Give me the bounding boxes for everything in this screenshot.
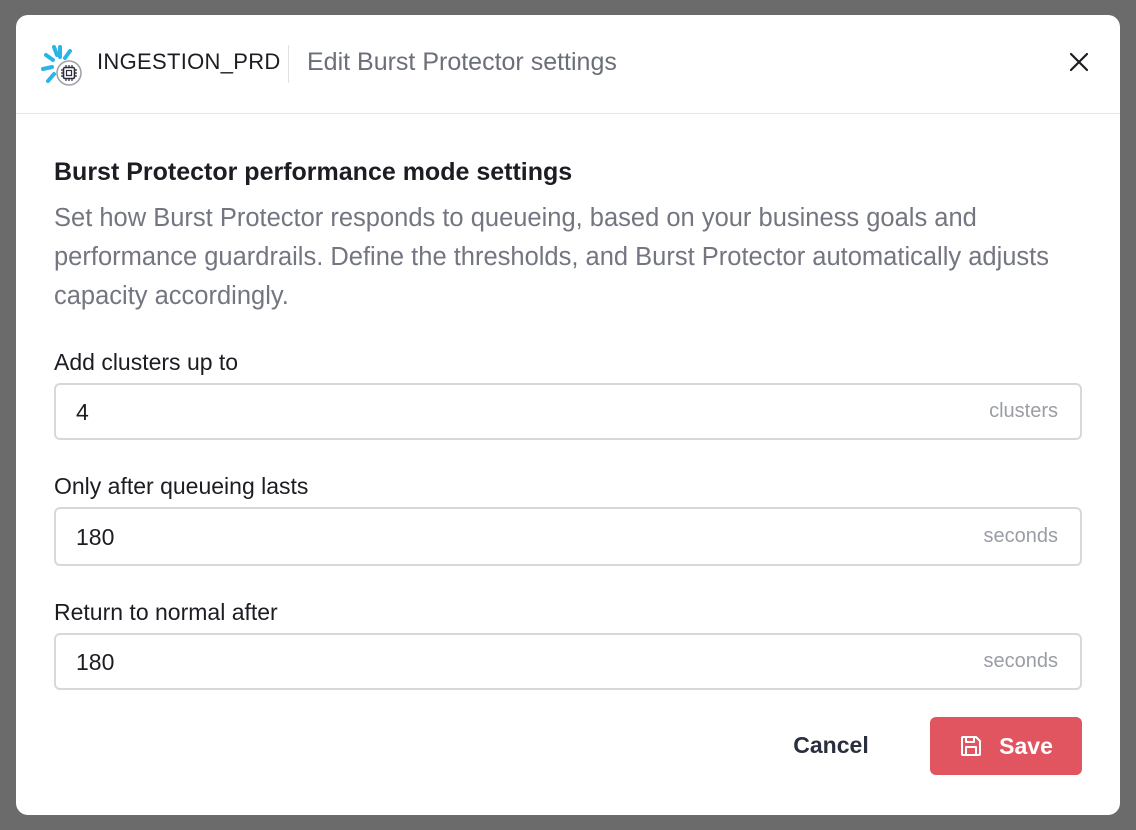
section-description: Set how Burst Protector responds to queu… bbox=[54, 204, 1049, 310]
queueing-duration-unit: seconds bbox=[983, 525, 1059, 547]
cancel-button[interactable]: Cancel bbox=[776, 725, 886, 765]
snowflake-chip-icon bbox=[40, 43, 92, 87]
save-button[interactable]: Save bbox=[930, 717, 1082, 775]
return-to-normal-label: Return to normal after bbox=[54, 599, 278, 625]
queueing-duration-input[interactable] bbox=[76, 524, 876, 551]
header-divider bbox=[288, 45, 289, 83]
edit-burst-protector-dialog: INGESTION_PRD Edit Burst Protector setti… bbox=[16, 15, 1120, 815]
close-icon bbox=[1068, 51, 1090, 78]
max-clusters-input[interactable] bbox=[76, 399, 876, 426]
return-to-normal-unit: seconds bbox=[983, 650, 1059, 672]
save-button-label: Save bbox=[999, 732, 1053, 759]
max-clusters-field[interactable]: clusters bbox=[54, 383, 1082, 440]
floppy-disk-icon bbox=[959, 734, 983, 758]
dialog-header: INGESTION_PRD Edit Burst Protector setti… bbox=[16, 15, 1120, 114]
close-button[interactable] bbox=[1062, 47, 1096, 81]
max-clusters-label: Add clusters up to bbox=[54, 349, 239, 375]
warehouse-name: INGESTION_PRD bbox=[97, 49, 281, 74]
queueing-duration-label: Only after queueing lasts bbox=[54, 473, 309, 499]
return-to-normal-field[interactable]: seconds bbox=[54, 633, 1082, 690]
section-title: Burst Protector performance mode setting… bbox=[54, 158, 573, 186]
queueing-duration-field[interactable]: seconds bbox=[54, 507, 1082, 566]
dialog-title: Edit Burst Protector settings bbox=[307, 48, 617, 76]
return-to-normal-input[interactable] bbox=[76, 649, 876, 676]
max-clusters-unit: clusters bbox=[989, 400, 1058, 422]
